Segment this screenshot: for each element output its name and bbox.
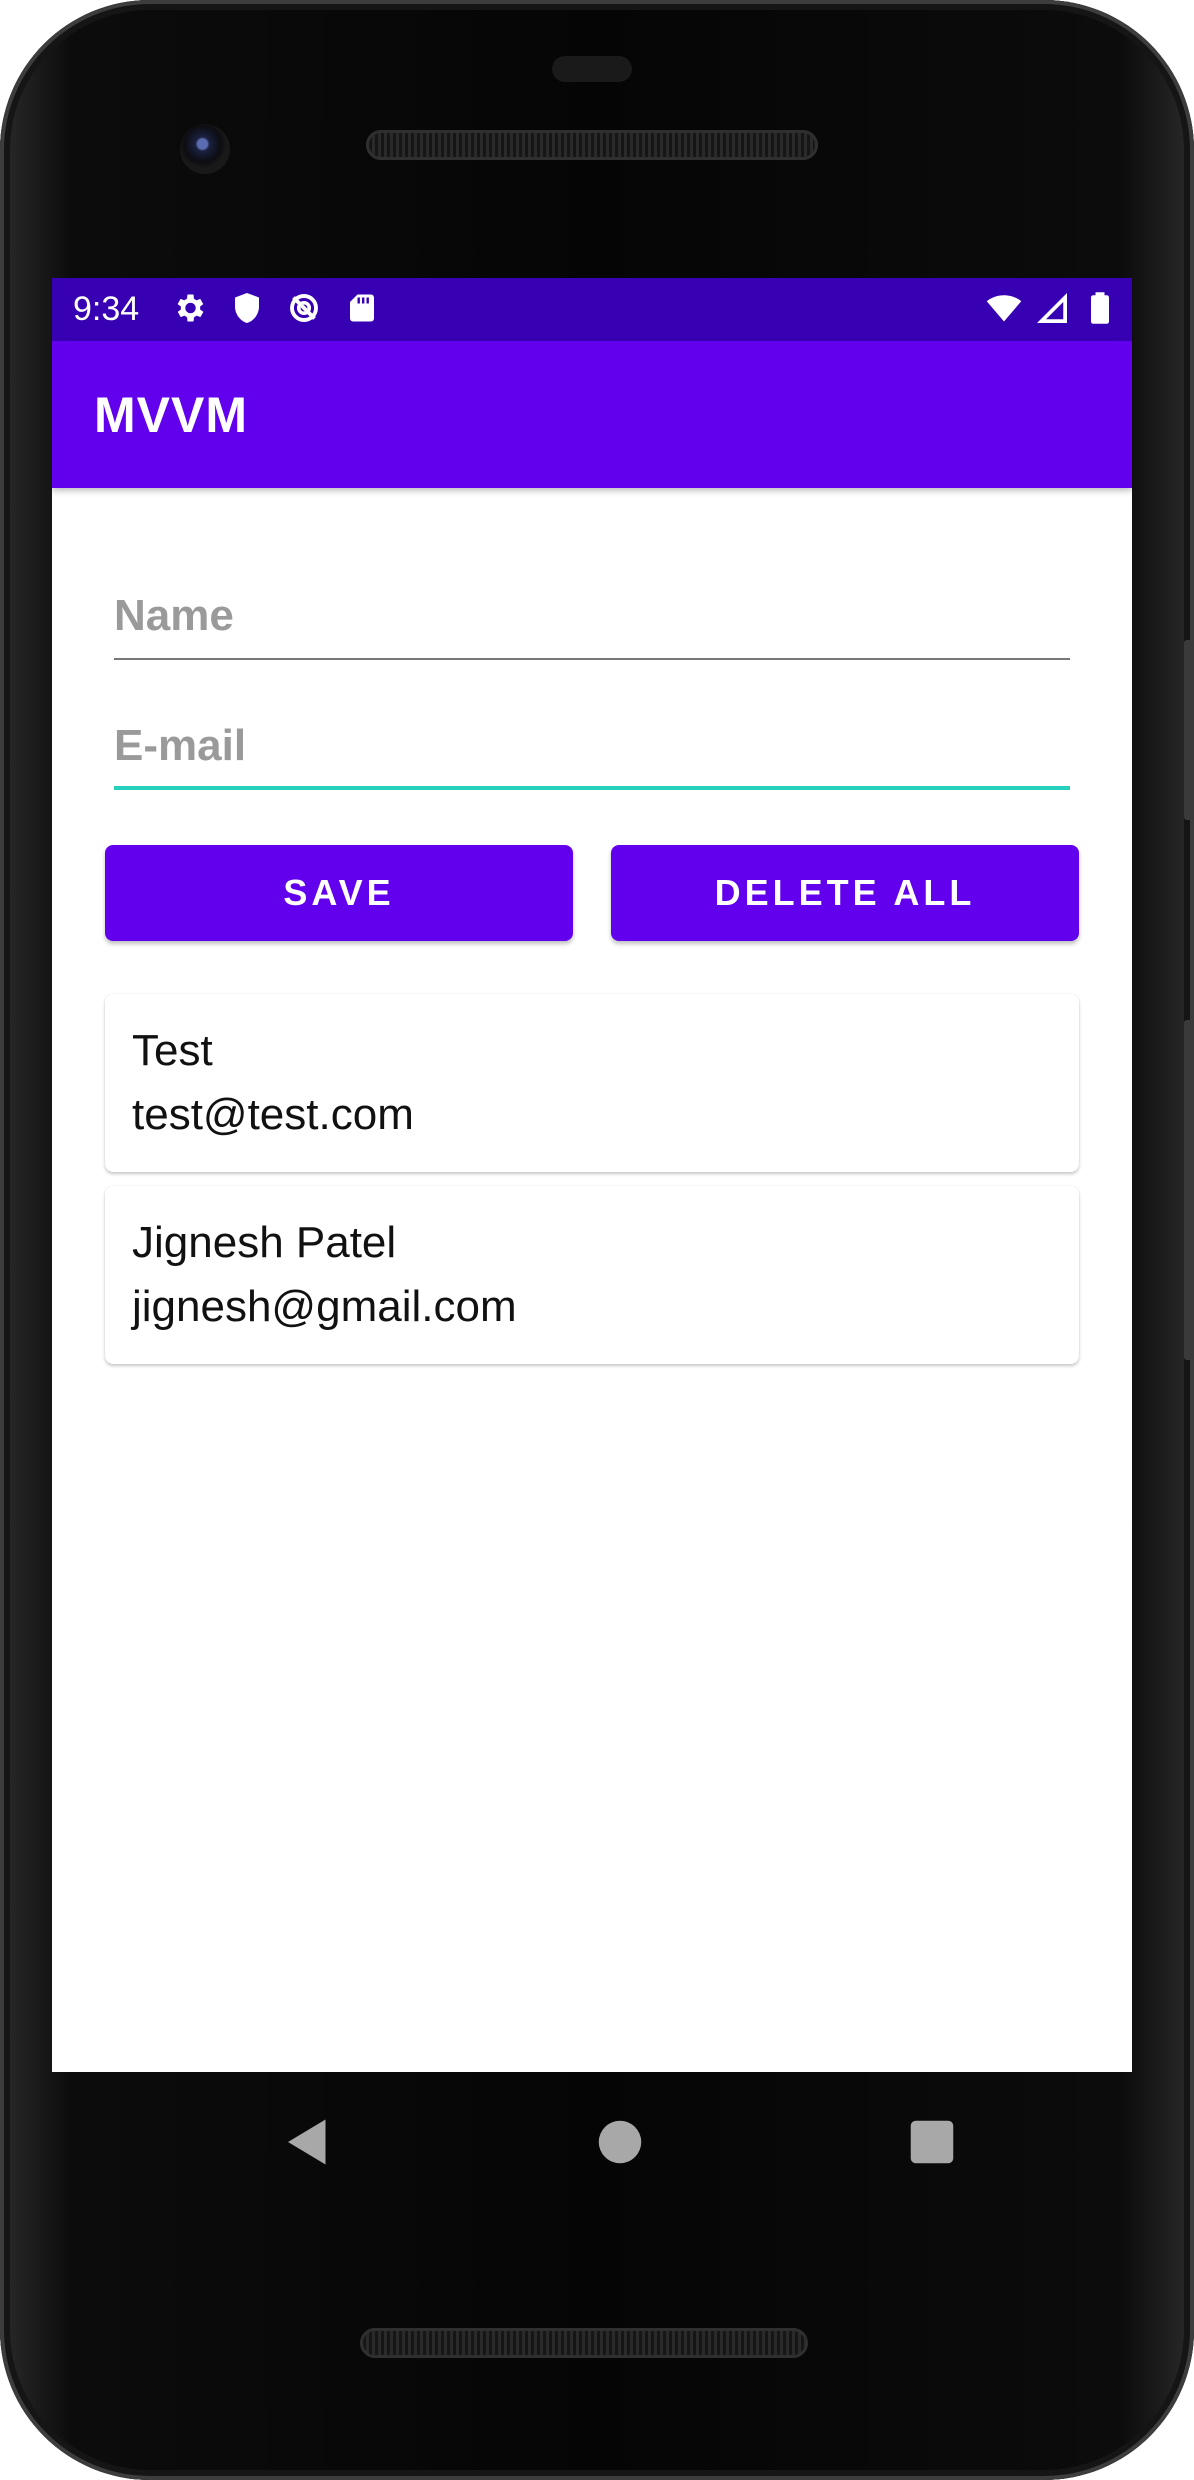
phone-frame: 9:34 MVVM Name E-mail SAVE DELETE ALL Te… — [0, 0, 1194, 2480]
sd-card-icon — [350, 294, 374, 322]
app-bar: MVVM — [52, 341, 1132, 488]
subscriber-name: Jignesh Patel — [132, 1218, 397, 1267]
email-underline — [114, 786, 1070, 790]
subscriber-name: Test — [132, 1026, 213, 1075]
name-underline — [114, 658, 1070, 660]
earpiece — [552, 56, 632, 82]
name-field[interactable] — [114, 580, 1070, 660]
back-icon[interactable] — [278, 2112, 338, 2172]
wifi-icon — [986, 295, 1022, 322]
delete-all-button[interactable]: DELETE ALL — [611, 845, 1079, 941]
list-item[interactable]: Test test@test.com — [105, 994, 1079, 1172]
home-icon[interactable] — [590, 2112, 650, 2172]
gear-icon — [177, 294, 204, 322]
bottom-speaker — [360, 2328, 808, 2358]
battery-icon — [1091, 292, 1109, 324]
navigation-bar — [52, 2072, 1132, 2202]
power-button — [1184, 640, 1194, 820]
status-bar: 9:34 — [52, 278, 1132, 341]
email-input[interactable] — [114, 710, 1070, 790]
save-button[interactable]: SAVE — [105, 845, 573, 941]
front-camera — [180, 124, 230, 174]
app-title: MVVM — [94, 387, 248, 443]
status-time: 9:34 — [73, 290, 140, 328]
list-item[interactable]: Jignesh Patel jignesh@gmail.com — [105, 1186, 1079, 1364]
recents-icon[interactable] — [902, 2112, 962, 2172]
cell-signal-icon — [1037, 293, 1067, 323]
volume-button — [1184, 1020, 1194, 1360]
email-field[interactable] — [114, 710, 1070, 790]
screen: 9:34 MVVM Name E-mail SAVE DELETE ALL Te… — [52, 278, 1132, 2072]
subscriber-email: jignesh@gmail.com — [132, 1282, 517, 1331]
name-input[interactable] — [114, 580, 1070, 660]
top-speaker — [366, 130, 818, 160]
subscriber-email: test@test.com — [132, 1090, 414, 1139]
shield-icon — [235, 293, 259, 323]
sync-disabled-icon — [290, 294, 318, 322]
